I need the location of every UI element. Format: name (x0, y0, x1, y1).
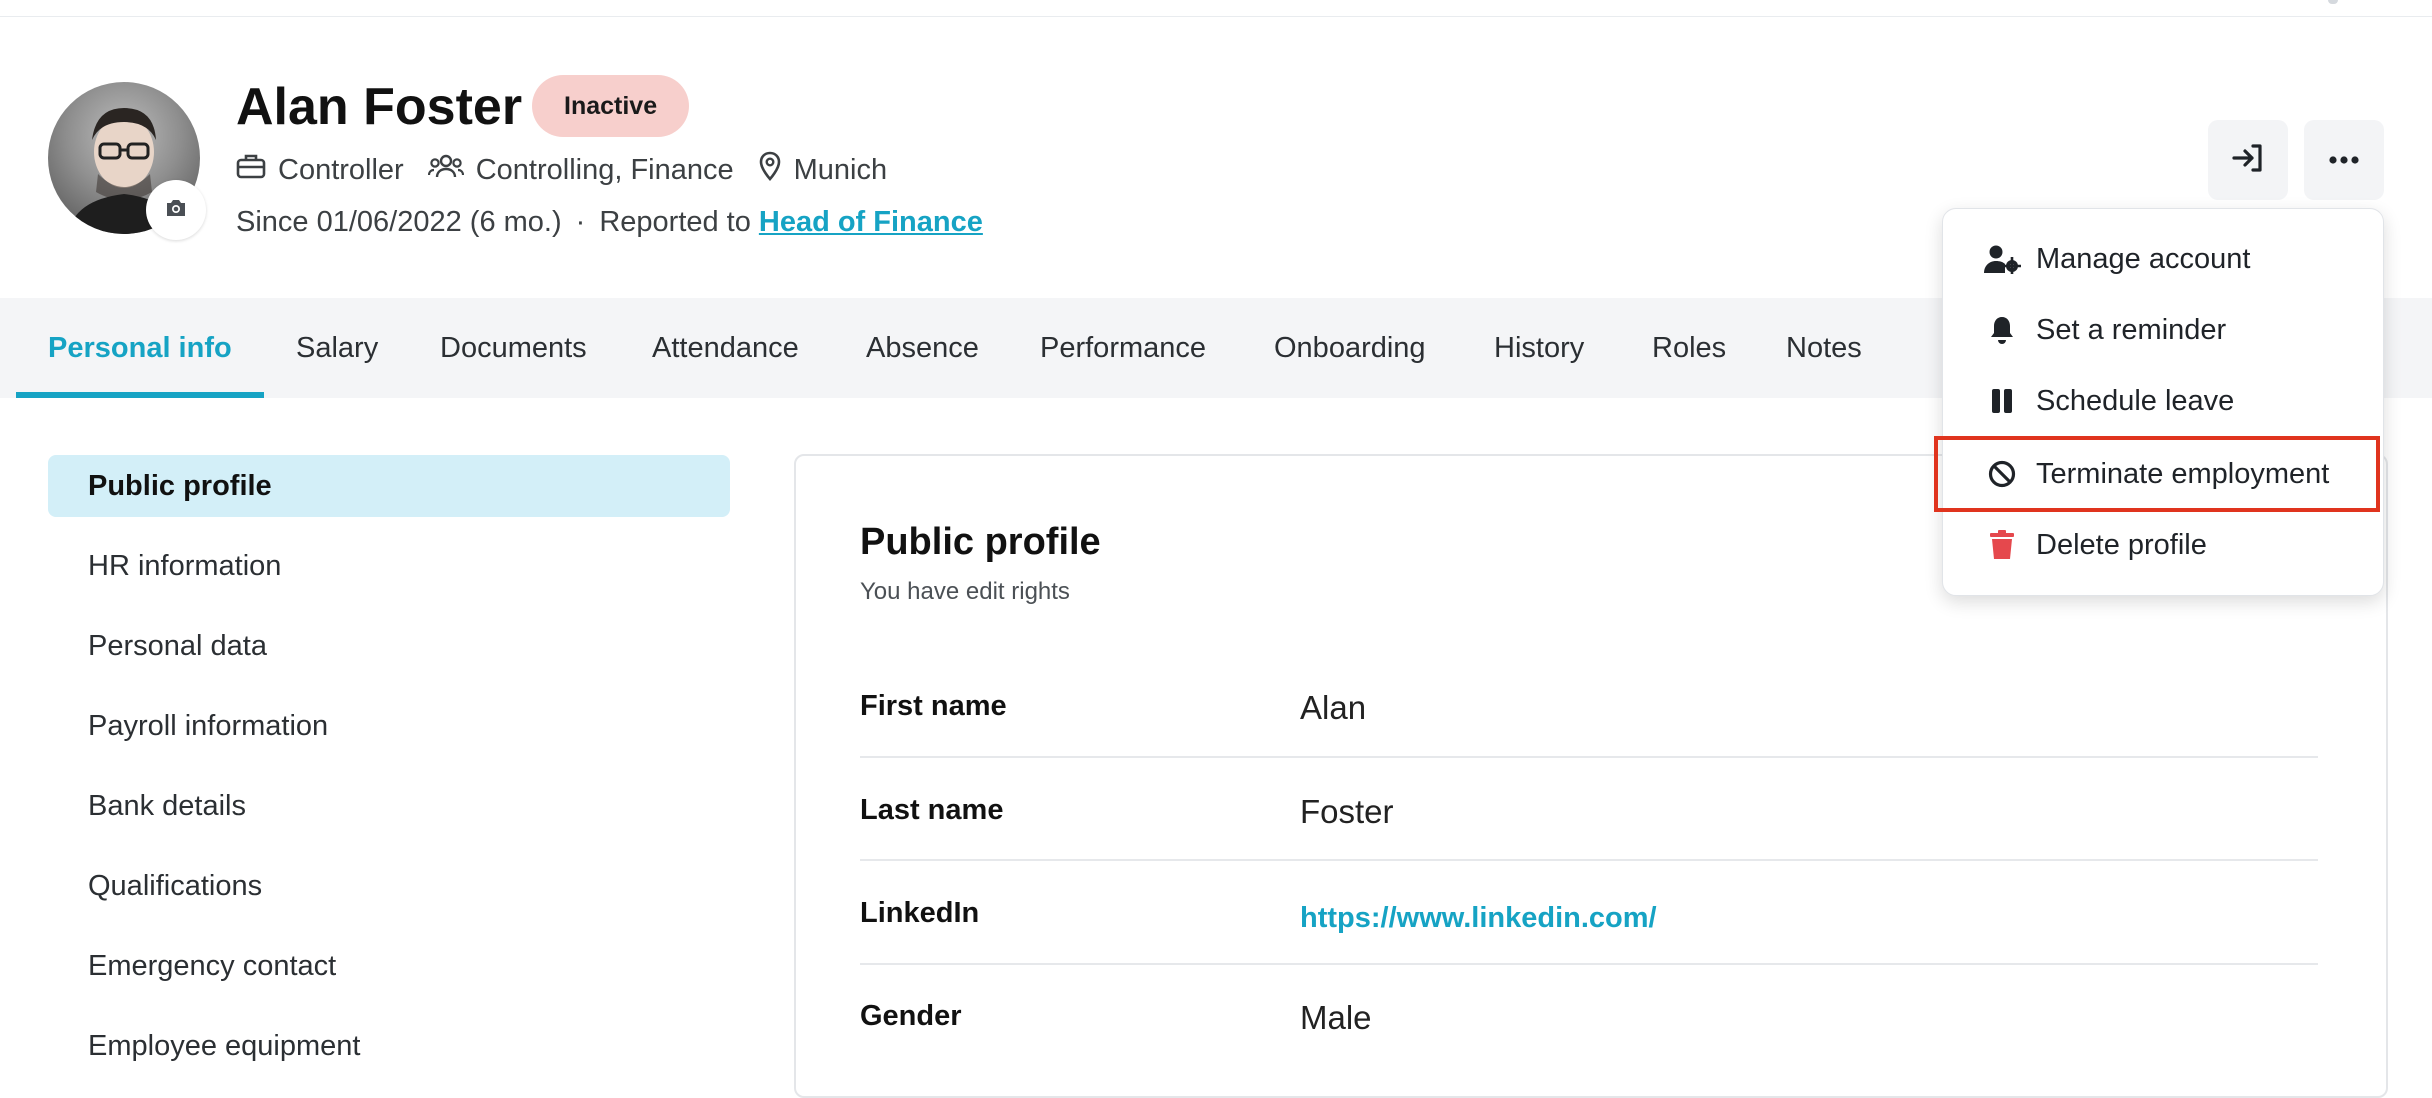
role-text: Controller (278, 153, 404, 186)
menu-item-label: Delete profile (2036, 528, 2207, 561)
employment-info: Since 01/06/2022 (6 mo.) · Reported to H… (236, 202, 983, 242)
sidebar-item-public-profile[interactable]: Public profile (48, 455, 730, 517)
tab-documents[interactable]: Documents (440, 298, 587, 398)
menu-item-schedule-leave[interactable]: Schedule leave (1942, 366, 2382, 436)
pause-icon (1982, 387, 2022, 415)
meta-role: Controller (236, 153, 404, 187)
location-pin-icon (758, 151, 794, 189)
sidebar-item-label: Payroll information (88, 709, 329, 742)
tab-roles[interactable]: Roles (1652, 298, 1726, 398)
since-text: Since 01/06/2022 (6 mo.) (236, 205, 562, 238)
tab-personal-info[interactable]: Personal info (48, 298, 232, 398)
field-label-linkedin: LinkedIn (860, 897, 980, 929)
menu-item-label: Manage account (2036, 242, 2251, 275)
ellipsis-icon (2329, 151, 2359, 169)
linkedin-link[interactable]: https://www.linkedin.com/ (1300, 896, 1657, 940)
tab-salary[interactable]: Salary (296, 298, 378, 398)
user-gear-icon (1982, 244, 2022, 274)
field-label-gender: Gender (860, 1000, 962, 1032)
field-value-gender[interactable]: Male (1300, 996, 1372, 1040)
card-subtitle: You have edit rights (860, 578, 1070, 605)
sidebar-item-label: Personal data (88, 629, 267, 662)
row-divider (860, 859, 2318, 861)
menu-item-delete-profile[interactable]: Delete profile (1942, 510, 2382, 580)
sidebar-item-personal-data[interactable]: Personal data (48, 615, 730, 677)
sidebar-item-label: Qualifications (88, 869, 263, 902)
field-label-first-name: First name (860, 690, 1007, 722)
reported-to-label: Reported to (599, 205, 751, 238)
tab-performance[interactable]: Performance (1040, 298, 1206, 398)
menu-item-manage-account[interactable]: Manage account (1942, 224, 2382, 294)
field-value-last-name[interactable]: Foster (1300, 790, 1394, 834)
tab-attendance[interactable]: Attendance (652, 298, 799, 398)
sidebar-item-hr-information[interactable]: HR information (48, 535, 730, 597)
tab-absence[interactable]: Absence (866, 298, 979, 398)
location-text: Munich (793, 153, 888, 186)
field-label-last-name: Last name (860, 794, 1004, 826)
top-indicator (2328, 0, 2338, 4)
camera-icon (165, 199, 187, 222)
row-divider (860, 756, 2318, 758)
trash-icon (1982, 530, 2022, 560)
meta-location: Munich (758, 151, 888, 189)
employee-name: Alan Foster (236, 78, 523, 136)
sidebar-item-employee-equipment[interactable]: Employee equipment (48, 1015, 730, 1077)
separator-dot: · (575, 205, 586, 238)
status-badge: Inactive (532, 75, 690, 137)
tab-onboarding[interactable]: Onboarding (1274, 298, 1426, 398)
field-value-first-name[interactable]: Alan (1300, 686, 1366, 730)
tab-history[interactable]: History (1494, 298, 1584, 398)
menu-item-set-reminder[interactable]: Set a reminder (1942, 295, 2382, 365)
briefcase-icon (236, 153, 278, 187)
login-as-button[interactable] (2208, 120, 2288, 200)
sidebar-item-bank-details[interactable]: Bank details (48, 775, 730, 837)
sidebar-item-label: Emergency contact (88, 949, 337, 982)
department-text: Controlling, Finance (475, 153, 734, 186)
sidebar-item-label: Employee equipment (88, 1029, 361, 1062)
bell-icon (1982, 315, 2022, 345)
sidebar-item-emergency-contact[interactable]: Emergency contact (48, 935, 730, 997)
meta-department: Controlling, Finance (427, 153, 734, 187)
card-title: Public profile (860, 521, 1101, 563)
sign-in-icon (2231, 143, 2265, 178)
tab-notes[interactable]: Notes (1786, 298, 1862, 398)
sidebar-item-qualifications[interactable]: Qualifications (48, 855, 730, 917)
more-actions-button[interactable] (2304, 120, 2384, 200)
sidebar-item-label: HR information (88, 549, 282, 582)
change-photo-button[interactable] (146, 180, 206, 240)
employee-meta: Controller Controlling, Finance Munich (236, 150, 911, 190)
sidebar-item-payroll-information[interactable]: Payroll information (48, 695, 730, 757)
menu-item-label: Schedule leave (2036, 384, 2235, 417)
sidebar-item-label: Bank details (88, 789, 246, 822)
manager-link[interactable]: Head of Finance (759, 206, 983, 239)
active-tab-indicator (16, 392, 264, 398)
users-icon (427, 153, 476, 187)
highlight-box (1934, 436, 2380, 512)
sidebar-item-label: Public profile (88, 469, 272, 502)
top-divider (0, 16, 2432, 17)
menu-item-label: Set a reminder (2036, 313, 2227, 346)
row-divider (860, 963, 2318, 965)
